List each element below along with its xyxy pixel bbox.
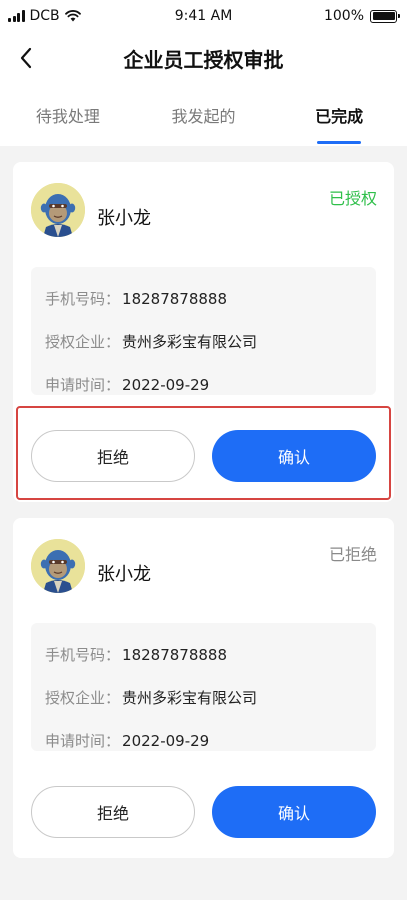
carrier-name: DCB: [29, 8, 60, 24]
confirm-button[interactable]: 确认: [212, 430, 376, 482]
company-row: 授权企业：贵州多彩宝有限公司: [45, 331, 257, 352]
phone-label: 手机号码: [45, 646, 106, 664]
avatar: [31, 539, 85, 593]
phone-row: 手机号码： 18287878888: [45, 644, 227, 665]
confirm-button[interactable]: 确认: [212, 786, 376, 838]
status-bar-right: 100%: [323, 8, 400, 24]
tab-initiated[interactable]: 我发起的: [136, 84, 272, 146]
page-title: 企业员工授权审批: [123, 47, 284, 72]
company-value: 贵州多彩宝有限公司: [122, 333, 258, 351]
date-value: 2022-09-29: [122, 375, 210, 394]
avatar-ape-icon: [31, 183, 85, 237]
status-bar: DCB 9:41 AM 100%: [0, 0, 407, 32]
label-separator: ：: [105, 646, 121, 664]
tab-completed[interactable]: 已完成: [271, 84, 407, 146]
company-row: 授权企业：贵州多彩宝有限公司: [45, 687, 257, 708]
date-label: 申请时间: [45, 732, 106, 750]
label-separator: ：: [105, 376, 121, 394]
nav-bar: 企业员工授权审批: [0, 32, 407, 84]
phone-value: 18287878888: [122, 645, 228, 664]
phone-value: 18287878888: [122, 289, 228, 308]
avatar: [31, 183, 85, 237]
back-button[interactable]: [14, 44, 38, 72]
date-row: 申请时间： 2022-09-29: [45, 730, 209, 751]
company-label: 授权企业: [45, 333, 106, 351]
status-badge: 已拒绝: [328, 545, 377, 564]
user-name: 张小龙: [97, 564, 151, 585]
status-badge: 已授权: [328, 189, 377, 208]
battery-icon: [370, 9, 400, 23]
approval-card: 张小龙 已拒绝 手机号码： 18287878888 授权企业：贵州多彩宝有限公司 …: [13, 518, 394, 858]
avatar-ape-icon: [31, 539, 85, 593]
date-label: 申请时间: [45, 376, 106, 394]
date-row: 申请时间： 2022-09-29: [45, 374, 209, 395]
reject-button[interactable]: 拒绝: [31, 786, 195, 838]
status-time: 9:41 AM: [174, 8, 233, 24]
signal-icon: [8, 10, 25, 22]
company-label: 授权企业: [45, 689, 106, 707]
label-separator: ：: [105, 333, 121, 351]
info-box: 手机号码： 18287878888 授权企业：贵州多彩宝有限公司 申请时间： 202…: [31, 623, 376, 751]
user-name: 张小龙: [97, 208, 151, 229]
company-value: 贵州多彩宝有限公司: [122, 689, 258, 707]
label-separator: ：: [105, 689, 121, 707]
battery-percent: 100%: [323, 8, 364, 24]
approval-card: 张小龙 已授权 手机号码： 18287878888 授权企业：贵州多彩宝有限公司 …: [13, 162, 394, 502]
tab-pending[interactable]: 待我处理: [0, 84, 136, 146]
info-box: 手机号码： 18287878888 授权企业：贵州多彩宝有限公司 申请时间： 202…: [31, 267, 376, 395]
reject-button[interactable]: 拒绝: [31, 430, 195, 482]
label-separator: ：: [105, 732, 121, 750]
status-bar-left: DCB: [8, 8, 81, 24]
phone-row: 手机号码： 18287878888: [45, 288, 227, 309]
label-separator: ：: [105, 290, 121, 308]
phone-label: 手机号码: [45, 290, 106, 308]
tab-bar: 待我处理 我发起的 已完成: [0, 84, 407, 146]
wifi-icon: [64, 10, 81, 22]
date-value: 2022-09-29: [122, 731, 210, 750]
back-arrow-icon: [20, 47, 32, 69]
